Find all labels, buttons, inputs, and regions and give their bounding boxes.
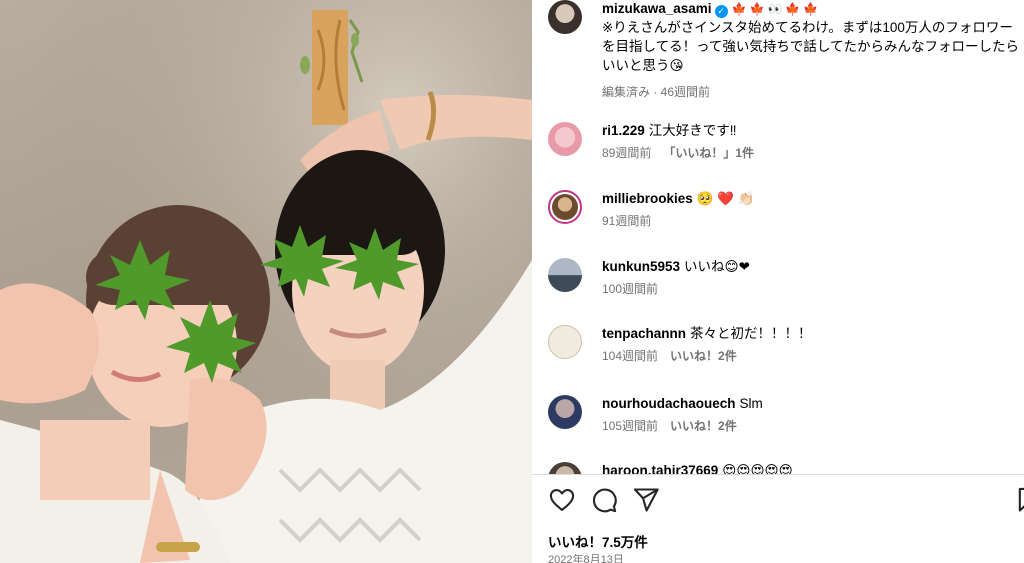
comment-like-count[interactable]: いいね！2件 [670,419,737,433]
comment-icon[interactable] [590,486,618,514]
post-date[interactable]: 2022年8月13日 [548,551,624,563]
author-username[interactable]: mizukawa_asami [602,1,712,16]
comment-text: 🥺 ❤️ 👏🏻 [696,191,755,206]
commenter-avatar[interactable] [548,395,582,429]
commenter-avatar[interactable] [548,325,582,359]
paper-plane-icon[interactable] [632,486,660,514]
comment-text: 茶々と初だ！！！！ [690,326,812,341]
photo-illustration [0,0,532,563]
commenter-username[interactable]: nourhoudachaouech [602,396,736,411]
verified-badge-icon: ✓ [714,5,728,18]
actions-divider [532,474,1024,475]
comment-text: いいね😊❤ [684,259,750,274]
bookmark-icon[interactable] [1014,486,1024,514]
comment-time[interactable]: 91週間前 [602,214,651,228]
caption-emojis: 🍁🍁👀🍁🍁 [731,2,822,16]
caption-text: ※りえさんがさインスタ始めてるわけ。まずは100万人のフォロワーを目指してる！っ… [602,20,1020,73]
comment-text: 😍😍😍😍😍 [722,463,793,474]
comment-text: 江大好きです‼ [648,123,737,138]
post-photo[interactable] [0,0,532,563]
caption-meta: 編集済み · 46週間前 [602,85,711,99]
commenter-avatar[interactable] [548,122,582,156]
comments-list[interactable]: mizukawa_asami ✓ 🍁🍁👀🍁🍁 ※りえさんがさインスタ始めてるわけ。ま… [532,0,1024,474]
author-avatar[interactable] [548,0,582,34]
commenter-avatar[interactable] [548,462,582,474]
comment-text: Slm [739,396,763,411]
commenter-username[interactable]: kunkun5953 [602,259,680,274]
comment-time[interactable]: 100週間前 [602,282,658,296]
comment-time[interactable]: 104週間前 [602,349,658,363]
commenter-avatar[interactable] [548,258,582,292]
comment-like-count[interactable]: いいね！2件 [670,349,737,363]
comment-time[interactable]: 105週間前 [602,419,658,433]
comment-time[interactable]: 89週間前 [602,146,651,160]
commenter-username[interactable]: ri1.229 [602,123,645,138]
heart-icon[interactable] [548,486,576,514]
comment-like-count[interactable]: 「いいね！」1件 [663,146,754,160]
commenter-username[interactable]: haroon.tahir37669 [602,463,718,474]
commenter-avatar[interactable] [548,190,582,224]
commenter-username[interactable]: tenpachannn [602,326,686,341]
commenter-username[interactable]: milliebrookies [602,191,693,206]
like-count[interactable]: いいね！7.5万件 [548,531,648,551]
post-details-panel: mizukawa_asami ✓ 🍁🍁👀🍁🍁 ※りえさんがさインスタ始めてるわけ。ま… [532,0,1024,563]
